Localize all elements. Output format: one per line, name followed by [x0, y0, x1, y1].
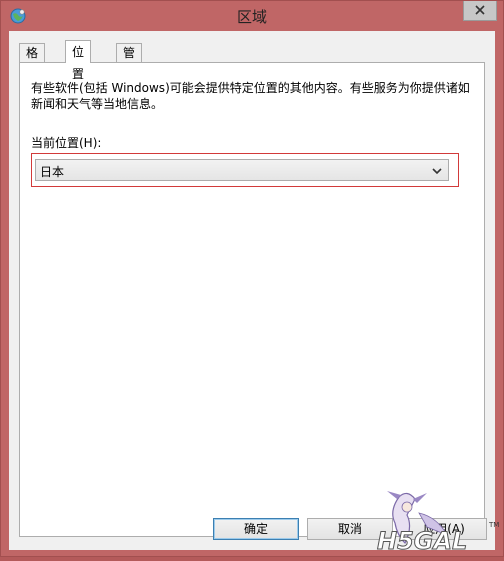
- tab-formats[interactable]: 格式: [19, 43, 46, 78]
- location-tab-panel: 有些软件(包括 Windows)可能会提供特定位置的其他内容。有些服务为你提供诸…: [19, 62, 485, 537]
- title-bar[interactable]: 区域: [1, 1, 503, 31]
- tab-administrative[interactable]: 管理: [116, 43, 143, 78]
- tab-location[interactable]: 位置: [65, 40, 92, 81]
- current-location-value: 日本: [40, 165, 65, 179]
- window-title: 区域: [236, 8, 267, 26]
- region-dialog-window: 区域 格式 位置 管理 有些软件(包括 Windows)可能会提供特定位置的其他…: [0, 0, 504, 557]
- dialog-client-area: 格式 位置 管理 有些软件(包括 Windows)可能会提供特定位置的其他内容。…: [9, 31, 495, 550]
- chevron-down-icon: [432, 165, 442, 175]
- close-icon: [475, 4, 485, 18]
- ok-button[interactable]: 确定: [213, 518, 299, 540]
- close-button[interactable]: [463, 1, 497, 21]
- cancel-button[interactable]: 取消: [307, 518, 393, 540]
- current-location-select[interactable]: 日本: [35, 159, 449, 181]
- current-location-label: 当前位置(H):: [31, 136, 102, 150]
- location-description: 有些软件(包括 Windows)可能会提供特定位置的其他内容。有些服务为你提供诸…: [31, 81, 470, 111]
- apply-button[interactable]: 应用(A): [401, 518, 487, 540]
